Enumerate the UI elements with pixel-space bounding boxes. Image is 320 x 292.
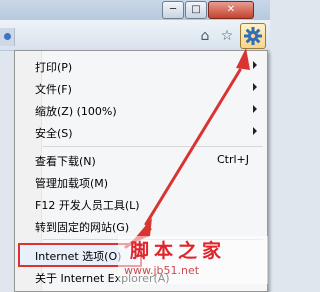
menu-item-label: 缩放(Z) (100%) (35, 105, 117, 118)
menu-item-label: 安全(S) (35, 127, 73, 140)
menu-item-label: Internet 选项(O) (35, 250, 122, 263)
tools-gear-button[interactable] (240, 23, 266, 49)
menu-item-safety[interactable]: 安全(S) (15, 121, 267, 143)
minimize-button[interactable]: ─ (162, 1, 184, 19)
menu-item-shortcut: Ctrl+J (216, 153, 249, 166)
menu-item-print[interactable]: 打印(P) (15, 55, 267, 77)
menu-item-label: 文件(F) (35, 83, 72, 96)
submenu-arrow-icon (253, 61, 257, 69)
submenu-arrow-icon (253, 83, 257, 91)
favorites-star-icon[interactable]: ☆ (218, 27, 236, 45)
maximize-button[interactable]: □ (185, 1, 207, 19)
menu-separator (43, 146, 263, 147)
watermark-title: 脚本之家 (130, 240, 227, 262)
close-button[interactable]: ✕ (208, 1, 254, 19)
menu-item-manage-addons[interactable]: 管理加载项(M) (15, 171, 267, 193)
menu-item-label: 查看下载(N) (35, 155, 96, 168)
ie-icon (4, 33, 11, 40)
submenu-arrow-icon (253, 105, 257, 113)
menu-item-label: F12 开发人员工具(L) (35, 199, 140, 212)
menu-item-label: 管理加载项(M) (35, 177, 109, 190)
menu-item-file[interactable]: 文件(F) (15, 77, 267, 99)
menu-item-pinned-sites[interactable]: 转到固定的网站(G) (15, 215, 267, 237)
page-tab-fragment (0, 28, 15, 46)
watermark-url: www.jb51.net (124, 264, 200, 277)
menu-item-f12-devtools[interactable]: F12 开发人员工具(L) (15, 193, 267, 215)
gear-icon (244, 27, 262, 45)
home-icon[interactable]: ⌂ (196, 27, 214, 45)
command-bar: ⌂ ☆ (0, 20, 270, 51)
menu-item-label: 转到固定的网站(G) (35, 221, 130, 234)
menu-item-zoom[interactable]: 缩放(Z) (100%) (15, 99, 267, 121)
window-caption: ─ □ ✕ (0, 0, 270, 20)
menu-item-label: 打印(P) (35, 61, 73, 74)
submenu-arrow-icon (253, 127, 257, 135)
menu-item-view-downloads[interactable]: 查看下载(N) Ctrl+J (15, 149, 267, 171)
